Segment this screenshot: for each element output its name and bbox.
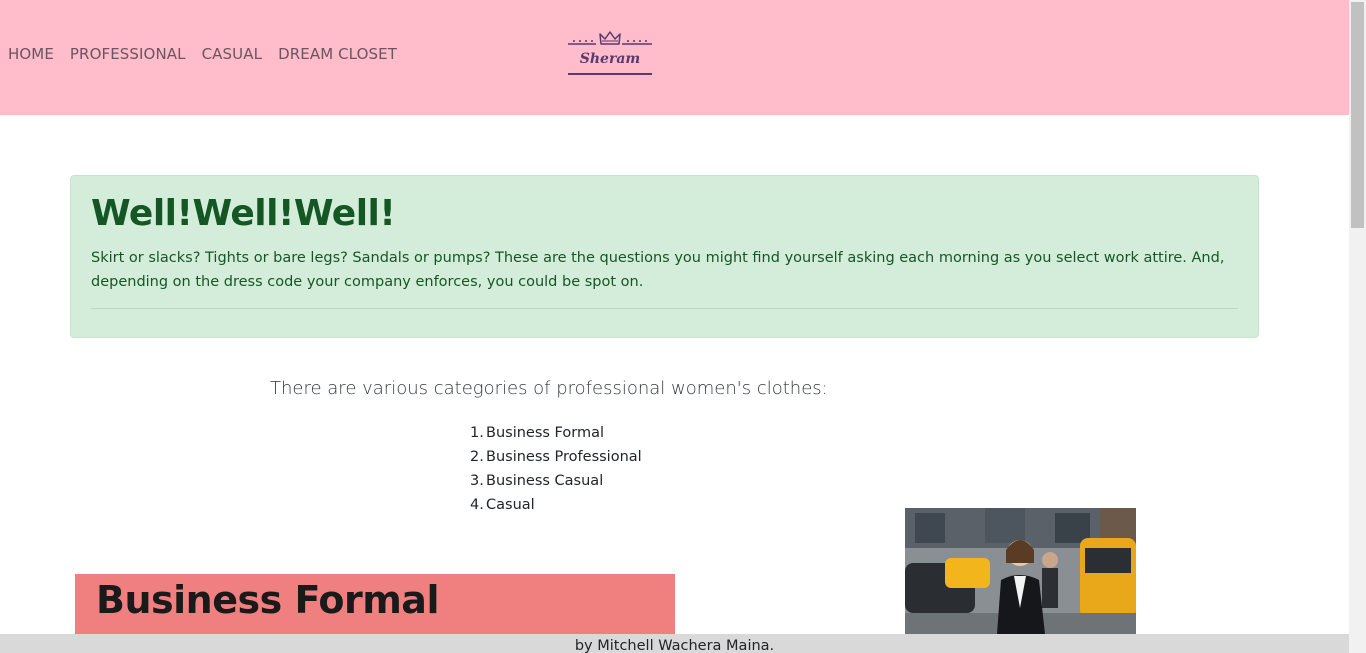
section-header-band: Business Formal [75, 574, 675, 634]
photo-illustration [905, 508, 1136, 634]
list-item: 2. Business Professional [470, 449, 642, 465]
crown-icon [568, 31, 652, 45]
alert-heading: Well!Well!Well! [91, 193, 396, 234]
section-title: Business Formal [96, 578, 439, 622]
footer: by Mitchell Wachera Maina. [0, 634, 1349, 653]
top-navbar: HOME PROFESSIONAL CASUAL DREAM CLOSET Sh… [0, 0, 1349, 115]
logo-text: Sheram [579, 51, 641, 67]
nav-links: HOME PROFESSIONAL CASUAL DREAM CLOSET [8, 45, 397, 63]
list-item: 1. Business Formal [470, 425, 604, 441]
nav-link-casual[interactable]: CASUAL [202, 45, 262, 63]
nav-link-dream-closet[interactable]: DREAM CLOSET [278, 45, 397, 63]
footer-credit: by Mitchell Wachera Maina. [574, 638, 775, 653]
brand-logo[interactable]: Sheram [566, 29, 654, 79]
nav-link-home[interactable]: HOME [8, 45, 54, 63]
nav-link-professional[interactable]: PROFESSIONAL [70, 45, 186, 63]
list-item: 3. Business Casual [470, 473, 604, 489]
list-item: 4. Casual [470, 497, 535, 513]
vertical-scrollbar[interactable] [1349, 0, 1366, 653]
scrollbar-thumb[interactable] [1351, 2, 1364, 228]
categories-list: 1. Business Formal 2. Business Professiona… [470, 421, 642, 517]
business-outfit-photo [905, 508, 1136, 634]
alert-divider [91, 308, 1238, 309]
logo-underline [568, 73, 652, 75]
alert-text: Skirt or slacks? Tights or bare legs? Sa… [91, 250, 1225, 290]
intro-alert: Well!Well!Well! Skirt or slacks? Tights … [70, 175, 1259, 338]
categories-intro: There are various categories of professi… [270, 378, 828, 399]
